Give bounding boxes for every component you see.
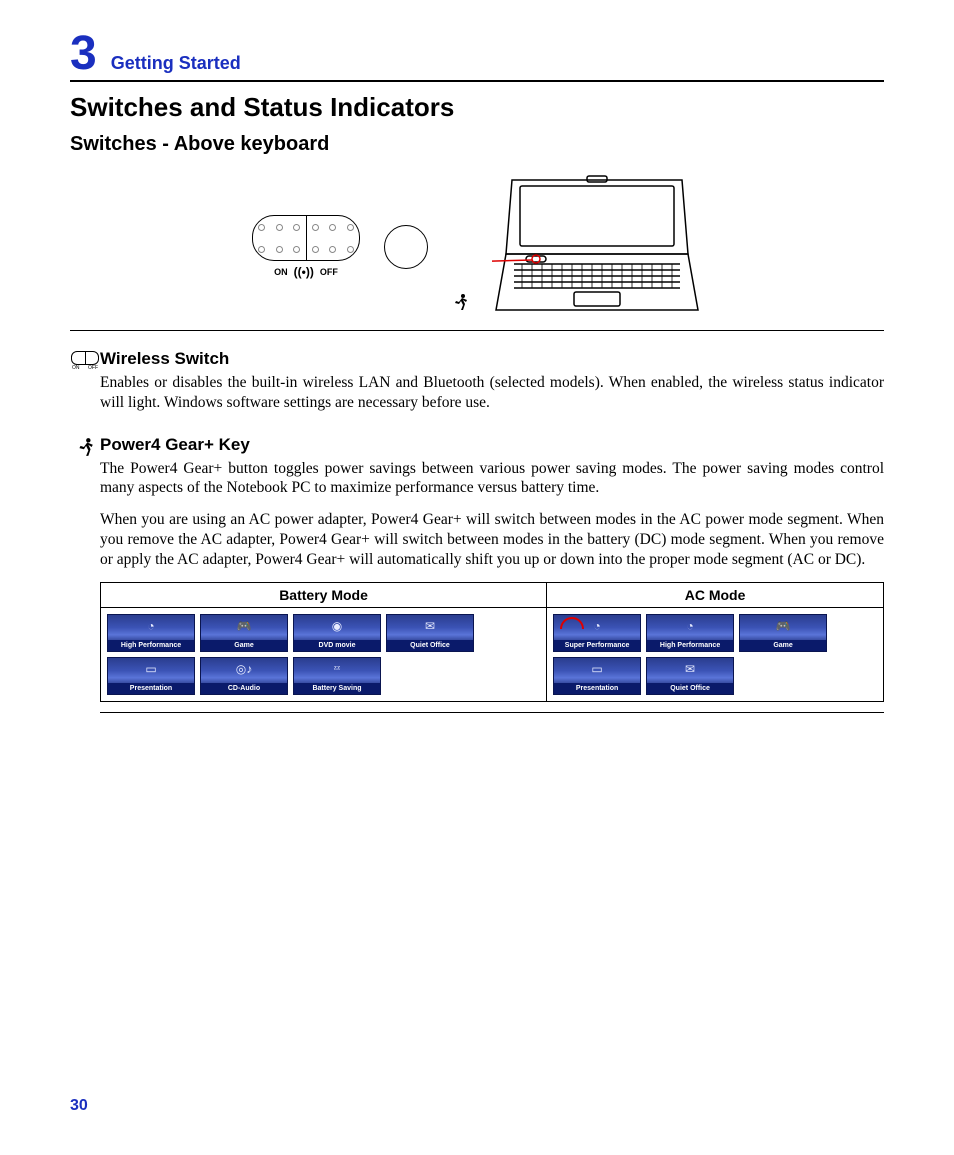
- tile-presentation-ac: ▭Presentation: [553, 657, 641, 695]
- page-number: 30: [70, 1097, 88, 1115]
- switch-closeup: ON ((•)) OFF: [252, 215, 360, 279]
- runner-icon: [452, 293, 468, 316]
- ac-mode-header: AC Mode: [547, 582, 884, 607]
- tile-game-ac: 🎮Game: [739, 614, 827, 652]
- power4-icon: [70, 437, 100, 457]
- wireless-body: Enables or disables the built-in wireles…: [100, 373, 884, 413]
- power4-p2: When you are using an AC power adapter, …: [100, 510, 884, 569]
- table-bottom-rule: [100, 712, 884, 713]
- power4-title: Power4 Gear+ Key: [100, 435, 884, 455]
- power4-p1: The Power4 Gear+ button toggles power sa…: [100, 459, 884, 499]
- tile-high-performance: ◔High Performance: [107, 614, 195, 652]
- switch-on-label: ON: [274, 267, 288, 277]
- tile-dvd-movie: ◉DVD movie: [293, 614, 381, 652]
- tile-super-performance: ◔Super Performance: [553, 614, 641, 652]
- tile-cd-audio: ◎♪CD-Audio: [200, 657, 288, 695]
- switch-off-label: OFF: [320, 267, 338, 277]
- switch-diagram-row: ON ((•)) OFF: [70, 172, 884, 322]
- wireless-title: Wireless Switch: [100, 349, 884, 369]
- tile-high-performance-ac: ◔High Performance: [646, 614, 734, 652]
- chapter-number: 3: [70, 30, 97, 78]
- section-title: Switches and Status Indicators: [70, 92, 884, 123]
- tile-presentation: ▭Presentation: [107, 657, 195, 695]
- separator: [70, 330, 884, 331]
- battery-tiles: ◔High Performance 🎮Game ◉DVD movie ✉Quie…: [107, 614, 540, 695]
- mode-table: Battery Mode AC Mode ◔High Performance 🎮…: [100, 582, 884, 702]
- ac-tiles: ◔Super Performance ◔High Performance 🎮Ga…: [553, 614, 877, 695]
- power4-button-diagram: [384, 225, 428, 269]
- battery-mode-header: Battery Mode: [101, 582, 547, 607]
- wifi-icon: ((•)): [294, 265, 314, 279]
- switch-body: [252, 215, 360, 261]
- chapter-header: 3 Getting Started: [70, 30, 884, 82]
- tile-game: 🎮Game: [200, 614, 288, 652]
- chapter-title: Getting Started: [111, 53, 241, 74]
- tile-battery-saving: ᶻᶻBattery Saving: [293, 657, 381, 695]
- tile-quiet-office: ✉Quiet Office: [386, 614, 474, 652]
- subsection-title: Switches - Above keyboard: [70, 133, 884, 156]
- wireless-switch-icon: ONOFF: [70, 351, 100, 371]
- laptop-diagram: [492, 172, 702, 322]
- tile-quiet-office-ac: ✉Quiet Office: [646, 657, 734, 695]
